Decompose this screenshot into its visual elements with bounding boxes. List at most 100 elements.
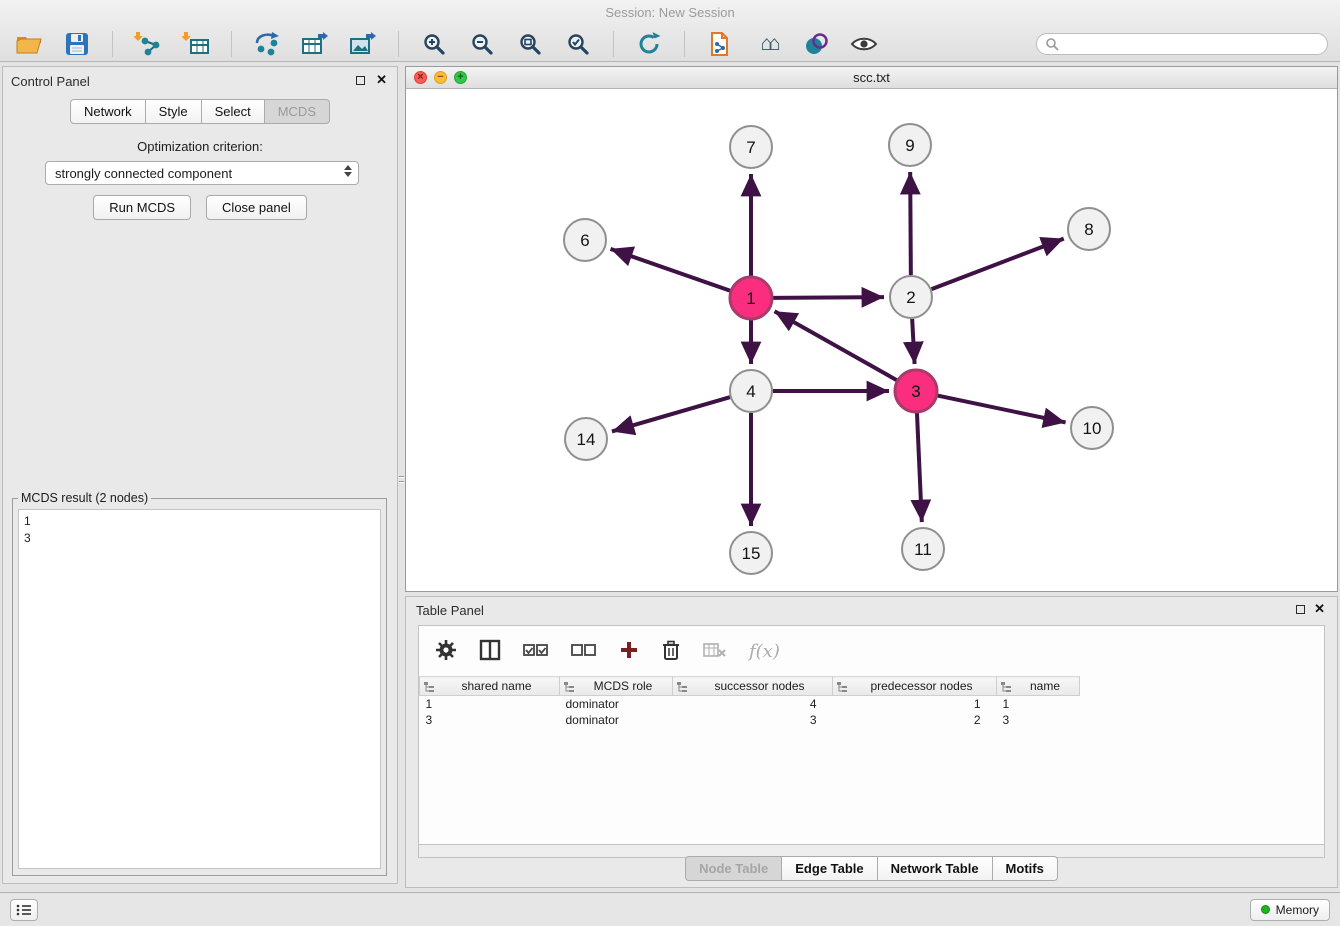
mcds-result-list[interactable]: 13 <box>18 509 381 869</box>
panel-splitter[interactable] <box>398 66 405 892</box>
column-header-name[interactable]: name <box>997 677 1080 696</box>
graph-node-label: 11 <box>914 540 932 559</box>
criterion-dropdown[interactable]: strongly connected component <box>45 161 359 185</box>
close-panel-icon[interactable] <box>1314 601 1325 617</box>
toolbar-separator <box>398 31 399 57</box>
column-header-shared-name[interactable]: shared name <box>420 677 560 696</box>
checked-boxes-icon <box>523 642 549 658</box>
eye-icon <box>850 34 878 54</box>
graph-edge-3-11[interactable] <box>917 413 922 522</box>
search-input[interactable] <box>1064 37 1319 52</box>
memory-button[interactable]: Memory <box>1250 899 1330 921</box>
table-cell[interactable]: dominator <box>560 696 673 712</box>
table-settings-button[interactable] <box>435 639 457 664</box>
table-cell[interactable]: 4 <box>673 696 833 712</box>
traffic-lights <box>414 71 467 84</box>
network-canvas[interactable]: 1234678910111415 <box>406 89 1337 591</box>
table-cell[interactable]: dominator <box>560 712 673 728</box>
toolbar-separator <box>684 31 685 57</box>
clone-network-button[interactable] <box>703 29 737 59</box>
graph-edge-3-1[interactable] <box>775 311 897 380</box>
table-cell[interactable]: 1 <box>420 696 560 712</box>
close-panel-button[interactable]: Close panel <box>206 195 307 220</box>
task-history-button[interactable] <box>10 899 38 921</box>
network-document-icon <box>707 31 733 57</box>
export-image-icon <box>349 31 377 57</box>
network-window-titlebar: scc.txt <box>406 67 1337 89</box>
delete-column-button[interactable] <box>661 639 681 664</box>
style-palette-icon <box>803 31 829 57</box>
table-cell[interactable]: 1 <box>833 696 997 712</box>
criterion-dropdown-value: strongly connected component <box>55 166 232 181</box>
plus-icon <box>619 640 639 660</box>
zoom-selected-button[interactable] <box>561 29 595 59</box>
graph-edge-2-9[interactable] <box>910 172 911 275</box>
tab-style[interactable]: Style <box>145 99 202 124</box>
table-cell[interactable]: 1 <box>997 696 1080 712</box>
graph-edge-2-3[interactable] <box>912 319 914 364</box>
close-window-icon[interactable] <box>414 71 427 84</box>
add-column-button[interactable] <box>619 640 639 663</box>
apply-style-button[interactable] <box>799 29 833 59</box>
column-type-icon <box>676 681 688 693</box>
float-panel-icon[interactable] <box>356 76 365 85</box>
refresh-layout-button[interactable] <box>632 29 666 59</box>
column-header-successor-nodes[interactable]: successor nodes <box>673 677 833 696</box>
zoom-in-button[interactable] <box>417 29 451 59</box>
table-cell[interactable]: 3 <box>420 712 560 728</box>
search-box[interactable] <box>1036 33 1328 55</box>
tab-node-table[interactable]: Node Table <box>685 856 782 881</box>
graph-edge-1-6[interactable] <box>610 249 730 291</box>
graph-edge-4-14[interactable] <box>612 397 730 431</box>
zoom-out-button[interactable] <box>465 29 499 59</box>
list-icon <box>16 904 32 916</box>
memory-label: Memory <box>1276 903 1319 917</box>
window-chrome: Session: New Session <box>0 0 1340 62</box>
save-session-button[interactable] <box>60 29 94 59</box>
tab-network-table[interactable]: Network Table <box>877 856 993 881</box>
home-icon: ⌂⌂ <box>760 32 775 56</box>
table-row[interactable]: 1dominator411 <box>420 696 1080 712</box>
graph-edge-1-2[interactable] <box>773 297 884 298</box>
minimize-window-icon[interactable] <box>434 71 447 84</box>
refresh-icon <box>636 31 662 57</box>
export-table-button[interactable] <box>298 29 332 59</box>
maximize-window-icon[interactable] <box>454 71 467 84</box>
table-cell[interactable]: 3 <box>997 712 1080 728</box>
graph-node-label: 8 <box>1084 220 1093 239</box>
column-type-icon <box>423 681 435 693</box>
table-panel: Table Panel <box>405 596 1338 888</box>
graph-node-label: 6 <box>580 231 589 250</box>
table-row[interactable]: 3dominator323 <box>420 712 1080 728</box>
export-image-button[interactable] <box>346 29 380 59</box>
tab-network[interactable]: Network <box>70 99 146 124</box>
network-window-title: scc.txt <box>853 70 890 85</box>
graph-node-label: 10 <box>1083 419 1102 438</box>
table-cell[interactable]: 3 <box>673 712 833 728</box>
toolbar-separator <box>112 31 113 57</box>
column-header-mcds-role[interactable]: MCDS role <box>560 677 673 696</box>
export-network-button[interactable] <box>250 29 284 59</box>
zoom-fit-button[interactable] <box>513 29 547 59</box>
import-network-button[interactable] <box>131 29 165 59</box>
show-columns-button[interactable] <box>479 639 501 664</box>
open-session-button[interactable] <box>12 29 46 59</box>
graph-edge-3-10[interactable] <box>938 396 1066 423</box>
tab-motifs[interactable]: Motifs <box>992 856 1058 881</box>
graph-edge-2-8[interactable] <box>932 239 1064 290</box>
table-cell[interactable]: 2 <box>833 712 997 728</box>
select-all-button[interactable] <box>523 642 549 661</box>
deselect-all-button[interactable] <box>571 642 597 661</box>
network-graph[interactable]: 1234678910111415 <box>406 89 1337 591</box>
mcds-result-line: 1 <box>24 513 375 530</box>
close-panel-icon[interactable] <box>376 72 387 88</box>
tab-select[interactable]: Select <box>201 99 265 124</box>
tab-edge-table[interactable]: Edge Table <box>781 856 877 881</box>
show-hide-button[interactable] <box>847 29 881 59</box>
column-header-predecessor-nodes[interactable]: predecessor nodes <box>833 677 997 696</box>
run-mcds-button[interactable]: Run MCDS <box>93 195 191 220</box>
tab-mcds[interactable]: MCDS <box>264 99 330 124</box>
float-panel-icon[interactable] <box>1296 605 1305 614</box>
import-table-button[interactable] <box>179 29 213 59</box>
home-view-button[interactable]: ⌂⌂ <box>751 29 785 59</box>
